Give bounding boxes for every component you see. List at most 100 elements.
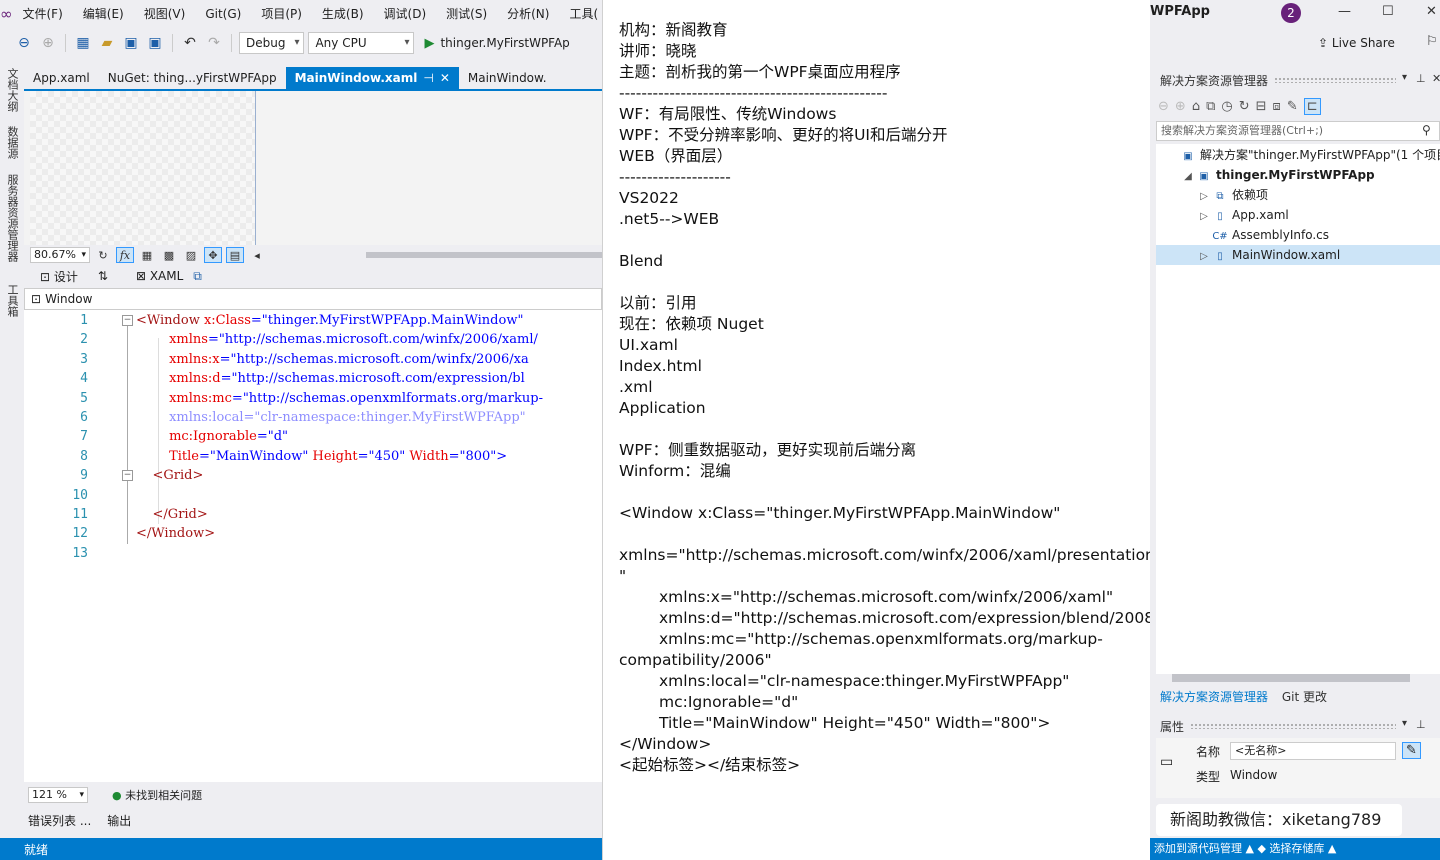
forward-icon[interactable]: ⊕ <box>1175 99 1186 114</box>
platform-select[interactable]: Any CPU <box>308 32 415 54</box>
preview-icon[interactable]: ⊏ <box>1303 97 1321 115</box>
menu-item[interactable]: 项目(P) <box>251 0 312 28</box>
panel-close-icon[interactable]: ✕ <box>1432 72 1440 85</box>
doc-tab[interactable]: MainWindow. <box>459 67 556 89</box>
menu-item[interactable]: 文件(F) <box>13 0 73 28</box>
vtab-toolbox[interactable]: 工具箱 <box>4 284 20 317</box>
tab-git-changes[interactable]: Git 更改 <box>1282 690 1327 704</box>
snap-icon[interactable]: ✥ <box>204 247 222 263</box>
menu-item[interactable]: 工具( <box>559 0 602 28</box>
open-folder-icon[interactable]: ▰ <box>97 33 117 53</box>
expand-arrow-icon[interactable]: ▷ <box>1196 247 1212 267</box>
expand-arrow-icon[interactable]: ▷ <box>1196 187 1212 207</box>
xaml-code-editor[interactable]: 1− <Window x:Class="thinger.MyFirstWPFApp… <box>24 310 602 782</box>
tree-item[interactable]: ▷ ▯ MainWindow.xaml <box>1156 245 1440 265</box>
history-icon[interactable]: ◷ <box>1221 99 1232 114</box>
undo-icon[interactable]: ↶ <box>180 33 200 53</box>
xaml-view-tab[interactable]: ⊠ XAML <box>136 269 183 283</box>
code-line[interactable]: 4 xmlns:d="http://schemas.microsoft.com/… <box>24 369 602 388</box>
dropdown-icon[interactable]: ▾ <box>1402 718 1407 729</box>
close-icon[interactable]: ✕ <box>1426 4 1437 19</box>
new-project-icon[interactable]: ▦ <box>73 33 93 53</box>
tab-close-icon[interactable]: ✕ <box>440 71 450 85</box>
expand-arrow-icon[interactable]: ◢ <box>1180 167 1196 187</box>
wrench-icon[interactable]: ✎ <box>1402 742 1421 759</box>
design-surface[interactable] <box>24 91 602 245</box>
vs-logo-icon[interactable]: ∞ <box>0 0 13 28</box>
designer-zoom-select[interactable]: 80.67% <box>30 247 90 263</box>
redo-icon[interactable]: ↷ <box>204 33 224 53</box>
vtab-document-outline[interactable]: 文档大纲 <box>4 68 20 112</box>
effects-icon[interactable]: ▤ <box>226 247 244 263</box>
save-icon[interactable]: ▣ <box>121 33 141 53</box>
designer-horizontal-scrollbar[interactable] <box>366 252 602 258</box>
grid-snap-icon[interactable]: ▩ <box>160 247 178 263</box>
refresh-icon[interactable]: ↻ <box>94 247 112 263</box>
code-navigation-bar[interactable]: ⊡ Window <box>24 288 602 310</box>
doc-tab[interactable]: App.xaml <box>24 67 99 89</box>
editor-zoom-select[interactable]: 121 % <box>28 787 88 803</box>
notes-document[interactable]: 机构：新阁教育 讲师：晓晓 主题：剖析我的第一个WPF桌面应用程序 ---------… <box>602 0 1150 860</box>
menu-item[interactable]: 测试(S) <box>436 0 497 28</box>
minimize-icon[interactable]: — <box>1338 4 1351 19</box>
code-line[interactable]: 1 − <Window x:Class="thinger.MyFirstWPFApp… <box>24 311 602 330</box>
solution-search-input[interactable]: 搜索解决方案资源管理器(Ctrl+;) <box>1156 121 1440 141</box>
menu-item[interactable]: 分析(N) <box>497 0 559 28</box>
fold-toggle-icon[interactable]: − <box>122 315 133 326</box>
source-control-status[interactable]: 添加到源代码管理 ▲ ◆ 选择存储库 ▲ <box>1150 838 1440 860</box>
issues-indicator[interactable]: ● 未找到相关问题 <box>112 787 202 803</box>
artboard-icon[interactable]: ▨ <box>182 247 200 263</box>
code-line[interactable]: 10 <box>24 486 602 505</box>
vtab-server-explorer[interactable]: 服务器资源管理器 <box>4 174 20 262</box>
expand-arrow-icon[interactable]: ▷ <box>1196 207 1212 227</box>
menu-item[interactable]: Git(G) <box>195 0 251 28</box>
scroll-left-icon[interactable]: ◂ <box>248 247 266 263</box>
save-all-icon[interactable]: ▣ <box>145 33 165 53</box>
search-icon[interactable]: ⚲ <box>1422 123 1431 137</box>
menu-item[interactable]: 调试(D) <box>374 0 437 28</box>
swap-panes-button[interactable]: ⇅ <box>98 269 108 283</box>
configuration-select[interactable]: Debug <box>239 32 305 54</box>
run-icon[interactable]: ▶ <box>424 36 434 51</box>
tree-item[interactable]: ◢ ▣ thinger.MyFirstWPFApp <box>1156 165 1374 187</box>
tree-item[interactable]: C# AssemblyInfo.cs <box>1156 225 1329 245</box>
popout-icon[interactable]: ⧉ <box>193 269 202 284</box>
properties-icon[interactable]: ✎ <box>1287 99 1298 114</box>
code-line[interactable]: 13 <box>24 544 602 563</box>
design-canvas[interactable] <box>30 91 256 245</box>
forward-icon[interactable]: ⊕ <box>38 33 58 53</box>
switch-views-icon[interactable]: ⧉ <box>1206 99 1215 114</box>
doc-tab[interactable]: MainWindow.xaml ⊣ ✕ <box>285 67 459 89</box>
tab-output[interactable]: 输出 <box>107 812 131 830</box>
tree-item[interactable]: ▷ ⧉ 依赖项 <box>1156 185 1268 205</box>
code-line[interactable]: 3 xmlns:x="http://schemas.microsoft.com/… <box>24 350 602 369</box>
design-view-tab[interactable]: ⊡ 设计 <box>40 268 78 285</box>
code-line[interactable]: 7 mc:Ignorable="d" <box>24 427 602 446</box>
menu-item[interactable]: 编辑(E) <box>73 0 134 28</box>
code-line[interactable]: 11 </Grid> <box>24 505 602 524</box>
pin-icon[interactable]: ⊣ <box>423 71 433 85</box>
dropdown-icon[interactable]: ▾ <box>1402 72 1407 83</box>
tree-item[interactable]: ▷ ▯ App.xaml <box>1156 205 1289 225</box>
menu-item[interactable]: 视图(V) <box>134 0 196 28</box>
home-icon[interactable]: ⌂ <box>1192 99 1200 114</box>
pin-icon[interactable]: ⊥ <box>1416 718 1426 731</box>
tree-horizontal-scrollbar[interactable] <box>1172 674 1410 682</box>
run-target-button[interactable]: thinger.MyFirstWPFAp <box>440 36 569 50</box>
back-icon[interactable]: ⊖ <box>14 33 34 53</box>
code-line[interactable]: 2 xmlns="http://schemas.microsoft.com/wi… <box>24 330 602 349</box>
vtab-data-sources[interactable]: 数据源 <box>4 126 20 159</box>
fold-toggle-icon[interactable]: − <box>122 470 133 482</box>
notification-badge[interactable]: 2 <box>1281 3 1301 23</box>
live-share-button[interactable]: ⇪ Live Share <box>1318 36 1395 50</box>
tree-item[interactable]: ▣ 解决方案"thinger.MyFirstWPFApp"(1 个项目/ <box>1156 145 1440 165</box>
fx-button[interactable]: fx <box>116 247 134 263</box>
show-all-files-icon[interactable]: ⧈ <box>1273 99 1281 114</box>
doc-tab[interactable]: NuGet: thing...yFirstWPFApp <box>99 67 286 89</box>
code-line[interactable]: 5 xmlns:mc="http://schemas.openxmlformat… <box>24 389 602 408</box>
props-name-input[interactable]: <无名称> <box>1230 742 1396 760</box>
code-line[interactable]: 12 </Window> <box>24 524 602 543</box>
tab-solution-explorer[interactable]: 解决方案资源管理器 <box>1160 690 1268 704</box>
back-icon[interactable]: ⊖ <box>1158 99 1169 114</box>
sync-icon[interactable]: ↻ <box>1239 99 1250 114</box>
